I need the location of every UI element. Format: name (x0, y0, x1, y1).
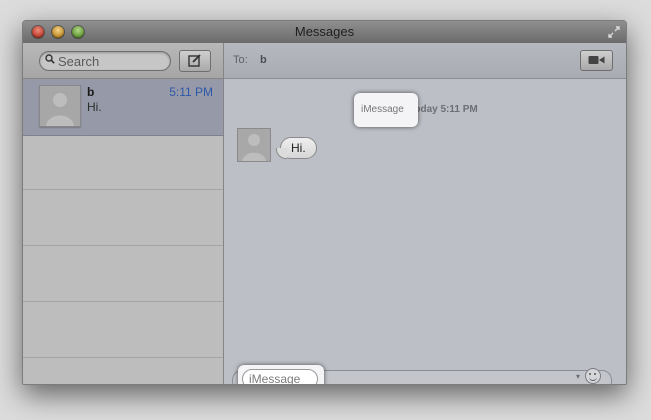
service-label: iMessage (361, 104, 404, 115)
compose-button[interactable] (179, 50, 211, 72)
title-bar[interactable]: Messages (23, 21, 626, 44)
video-call-icon (588, 56, 605, 64)
sidebar-toolbar (23, 43, 223, 79)
search-field[interactable] (39, 51, 171, 71)
list-divider (23, 245, 223, 246)
conversation-item[interactable]: b 5:11 PM Hi. (23, 79, 223, 136)
video-call-button[interactable] (580, 50, 613, 71)
conversation-preview: Hi. (87, 100, 102, 114)
service-highlight: iMessage (354, 93, 418, 127)
person-icon (46, 93, 74, 126)
window-title: Messages (294, 24, 355, 39)
fullscreen-icon[interactable] (607, 25, 621, 39)
messages-window: Messages b 5:11 PM Hi. (22, 20, 627, 385)
search-icon (45, 54, 55, 64)
recipient-name[interactable]: b (260, 54, 267, 66)
input-highlight (238, 365, 324, 384)
emoji-icon[interactable] (585, 368, 601, 384)
search-input[interactable] (58, 53, 163, 69)
message-input[interactable] (242, 369, 318, 384)
conversation-sidebar: b 5:11 PM Hi. (23, 43, 224, 384)
recipient-bar: To: b (224, 43, 626, 79)
avatar (39, 85, 81, 127)
list-divider (23, 189, 223, 190)
message-avatar (237, 128, 271, 162)
list-divider (23, 301, 223, 302)
timestamp: Today 5:11 PM (409, 104, 478, 115)
person-icon (242, 134, 266, 161)
emoji-dropdown-icon[interactable]: ▾ (576, 372, 580, 381)
conversation-time: 5:11 PM (169, 85, 213, 99)
to-label: To: (233, 54, 248, 66)
compose-icon (188, 54, 201, 67)
transcript-pane: To: b Today 5:11 PM iMessage Hi. ▾ (224, 43, 626, 384)
conversation-name: b (87, 85, 95, 99)
list-divider (23, 357, 223, 358)
message-bubble: Hi. (276, 137, 317, 159)
